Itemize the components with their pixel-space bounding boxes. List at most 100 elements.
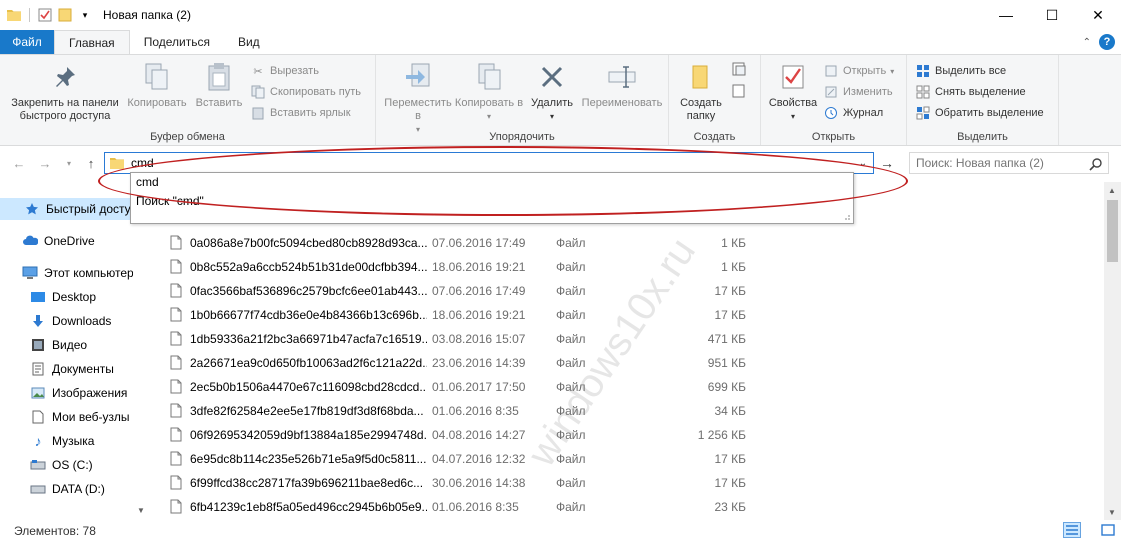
forward-arrow-icon[interactable]: → xyxy=(36,154,54,172)
nav-item-onedrive[interactable]: OneDrive xyxy=(0,230,150,252)
nav-item-desktop[interactable]: Desktop xyxy=(0,286,150,308)
properties-label: Свойства xyxy=(768,97,818,109)
file-row[interactable]: 0fac3566baf536896c2579bcfc6ee01ab443... 0… xyxy=(166,280,1106,302)
nav-item-this-pc[interactable]: Этот компьютер xyxy=(0,262,150,284)
copy-path-button[interactable]: Скопировать путь xyxy=(250,82,361,102)
select-none-label: Снять выделение xyxy=(935,86,1026,98)
file-row[interactable]: 1db59336a21f2bc3a66971b47acfa7c16519... 0… xyxy=(166,328,1106,350)
drive-icon xyxy=(30,457,46,473)
up-arrow-icon[interactable]: ↑ xyxy=(82,154,100,172)
open-button[interactable]: Открыть ▾ xyxy=(823,61,894,81)
nav-label: Быстрый доступ xyxy=(46,202,138,216)
recent-chevron-icon[interactable]: ▾ xyxy=(60,154,78,172)
search-box[interactable] xyxy=(909,152,1109,174)
ribbon-tabs: Файл Главная Поделиться Вид ⌃ ? xyxy=(0,30,1121,54)
delete-button[interactable]: Удалить ▾ xyxy=(526,61,578,123)
nav-item-drive-c[interactable]: OS (C:) xyxy=(0,454,150,476)
file-type: Файл xyxy=(556,476,586,490)
new-folder-button[interactable]: Создать папку xyxy=(673,61,729,123)
file-row[interactable]: 0a086a8e7b00fc5094cbed80cb8928d93ca... 07… xyxy=(166,232,1106,254)
file-row[interactable]: 0b8c552a9a6ccb524b51b31de00dcfbb394... 18… xyxy=(166,256,1106,278)
document-icon xyxy=(30,361,46,377)
minimize-button[interactable]: — xyxy=(983,0,1029,30)
delete-x-icon xyxy=(536,61,568,93)
tab-file[interactable]: Файл xyxy=(0,30,54,54)
file-icon xyxy=(170,355,184,371)
file-type: Файл xyxy=(556,284,586,298)
file-row[interactable]: 06f92695342059d9bf13884a185e2994748d... 0… xyxy=(166,424,1106,446)
rename-label: Переименовать xyxy=(581,97,663,109)
file-icon xyxy=(170,427,184,443)
star-icon xyxy=(24,201,40,217)
nav-pane-scrollbar[interactable]: ▲ ▼ xyxy=(133,190,149,520)
move-to-button[interactable]: Переместить в ▾ xyxy=(380,61,456,136)
close-button[interactable]: ✕ xyxy=(1075,0,1121,30)
edit-button[interactable]: Изменить xyxy=(823,82,893,102)
new-folder-icon[interactable] xyxy=(57,7,73,23)
rename-button[interactable]: Переименовать xyxy=(576,61,668,110)
history-label: Журнал xyxy=(843,107,884,119)
go-arrow-icon[interactable]: → xyxy=(876,152,898,174)
scroll-up-icon[interactable]: ▲ xyxy=(1108,186,1116,195)
file-row[interactable]: 1b0b66677f74cdb36e0e4b84366b13c696b... 18… xyxy=(166,304,1106,326)
paste-shortcut-button[interactable]: Вставить ярлык xyxy=(250,103,351,123)
copy-to-icon xyxy=(473,61,505,93)
properties-button[interactable]: Свойства ▾ xyxy=(765,61,821,123)
scroll-thumb[interactable] xyxy=(1107,200,1118,262)
tab-share[interactable]: Поделиться xyxy=(130,30,224,54)
scroll-down-icon[interactable]: ▼ xyxy=(1108,508,1116,517)
file-name: 2ec5b0b1506a4470e67c116098cbd28cdcd... xyxy=(190,380,427,394)
autocomplete-item[interactable]: cmd xyxy=(131,173,853,192)
copy-button[interactable]: Копировать xyxy=(124,61,190,110)
details-view-button[interactable] xyxy=(1063,522,1081,538)
nav-item-drive-d[interactable]: DATA (D:) xyxy=(0,478,150,500)
pin-quick-access-button[interactable]: Закрепить на панели быстрого доступа xyxy=(4,61,126,123)
nav-item-music[interactable]: ♪ Музыка xyxy=(0,430,150,452)
nav-item-images[interactable]: Изображения xyxy=(0,382,150,404)
file-list-scrollbar[interactable]: ▲ ▼ xyxy=(1104,182,1121,520)
select-none-button[interactable]: Снять выделение xyxy=(915,82,1026,102)
file-row[interactable]: 6f99ffcd38cc28717fa39b696211bae8ed6c... 3… xyxy=(166,472,1106,494)
copy-to-button[interactable]: Копировать в ▾ xyxy=(454,61,524,123)
nav-item-downloads[interactable]: Downloads xyxy=(0,310,150,332)
select-all-button[interactable]: Выделить все xyxy=(915,61,1006,81)
nav-label: OS (C:) xyxy=(52,458,93,472)
nav-item-video[interactable]: Видео xyxy=(0,334,150,356)
file-name: 6f99ffcd38cc28717fa39b696211bae8ed6c... xyxy=(190,476,424,490)
maximize-button[interactable]: ☐ xyxy=(1029,0,1075,30)
invert-selection-button[interactable]: Обратить выделение xyxy=(915,103,1044,123)
chevron-down-icon[interactable]: ▾ xyxy=(77,7,93,23)
easy-access-icon[interactable] xyxy=(731,83,747,99)
nav-item-quick-access[interactable]: Быстрый доступ xyxy=(0,198,150,220)
address-dropdown-icon[interactable]: ⌄ xyxy=(855,155,871,171)
search-icon[interactable] xyxy=(1088,156,1104,172)
scroll-down-icon[interactable]: ▼ xyxy=(137,506,145,515)
file-row[interactable]: 6fb41239c1eb8f5a05ed496cc2945b6b05e9... 0… xyxy=(166,496,1106,518)
file-name: 0fac3566baf536896c2579bcfc6ee01ab443... xyxy=(190,284,427,298)
nav-item-documents[interactable]: Документы xyxy=(0,358,150,380)
folder-icon[interactable] xyxy=(6,7,22,23)
properties-check-icon[interactable] xyxy=(37,7,53,23)
file-row[interactable]: 2ec5b0b1506a4470e67c116098cbd28cdcd... 01… xyxy=(166,376,1106,398)
resize-grip-icon[interactable] xyxy=(843,213,851,221)
back-arrow-icon[interactable]: ← xyxy=(10,154,28,172)
address-input[interactable] xyxy=(131,156,831,170)
file-row[interactable]: 3dfe82f62584e2ee5e17fb819df3d8f68bda... 0… xyxy=(166,400,1106,422)
cut-button[interactable]: ✂ Вырезать xyxy=(250,61,319,81)
chevron-up-icon[interactable]: ⌃ xyxy=(1083,37,1091,48)
nav-item-my-websites[interactable]: Мои веб-узлы xyxy=(0,406,150,428)
file-size: 951 КБ xyxy=(707,356,746,370)
address-bar[interactable]: ⌄ xyxy=(104,152,874,174)
search-input[interactable] xyxy=(916,156,1086,170)
tab-view[interactable]: Вид xyxy=(224,30,274,54)
paste-button[interactable]: Вставить xyxy=(190,61,248,110)
large-icons-view-button[interactable] xyxy=(1099,522,1117,538)
history-button[interactable]: Журнал xyxy=(823,103,883,123)
help-icon[interactable]: ? xyxy=(1099,34,1115,50)
new-item-icon[interactable] xyxy=(731,61,747,77)
file-row[interactable]: 2a26671ea9c0d650fb10063ad2f6c121a22d... 2… xyxy=(166,352,1106,374)
file-size: 699 КБ xyxy=(707,380,746,394)
autocomplete-item[interactable]: Поиск "cmd" xyxy=(131,192,853,211)
file-row[interactable]: 6e95dc8b114c235e526b71e5a9f5d0c5811... 04… xyxy=(166,448,1106,470)
tab-home[interactable]: Главная xyxy=(54,30,130,54)
